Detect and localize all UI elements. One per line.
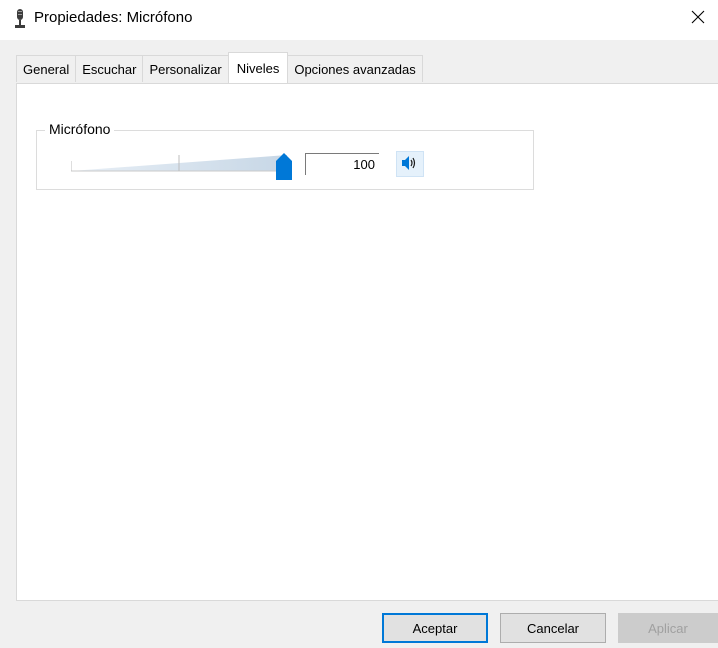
speaker-icon: [401, 155, 419, 174]
tab-personalizar[interactable]: Personalizar: [142, 55, 229, 82]
level-value-field[interactable]: 100: [305, 153, 379, 175]
apply-label: Aplicar: [648, 620, 688, 636]
volume-slider-thumb[interactable]: [275, 153, 293, 181]
tab-label: Niveles: [236, 60, 280, 76]
tab-strip: General Escuchar Personalizar Niveles Op…: [16, 52, 423, 83]
cancel-label: Cancelar: [526, 620, 580, 636]
close-button[interactable]: [678, 0, 718, 36]
tab-label: Opciones avanzadas: [294, 61, 416, 77]
tab-general[interactable]: General: [16, 55, 77, 82]
volume-slider-track[interactable]: [70, 149, 291, 175]
tab-opciones-avanzadas[interactable]: Opciones avanzadas: [287, 55, 423, 82]
apply-button[interactable]: Aplicar: [618, 613, 718, 643]
microphone-level-group: Micrófono 100: [36, 121, 534, 190]
window-title: Propiedades: Micrófono: [34, 9, 193, 26]
accept-button[interactable]: Aceptar: [382, 613, 488, 643]
tab-label: Personalizar: [149, 61, 222, 77]
levels-panel: Micrófono 100: [16, 83, 718, 601]
tab-label: General: [23, 61, 70, 77]
group-label: Micrófono: [45, 121, 115, 137]
accept-label: Aceptar: [412, 620, 458, 636]
tab-niveles[interactable]: Niveles: [227, 52, 289, 83]
tab-label: Escuchar: [82, 61, 137, 77]
close-icon: [690, 9, 706, 28]
cancel-button[interactable]: Cancelar: [500, 613, 606, 643]
tab-escuchar[interactable]: Escuchar: [75, 55, 144, 82]
mute-button[interactable]: [396, 151, 424, 177]
dialog-body: General Escuchar Personalizar Niveles Op…: [0, 40, 718, 648]
microphone-icon: [12, 8, 28, 30]
title-bar: Propiedades: Micrófono: [0, 0, 718, 40]
